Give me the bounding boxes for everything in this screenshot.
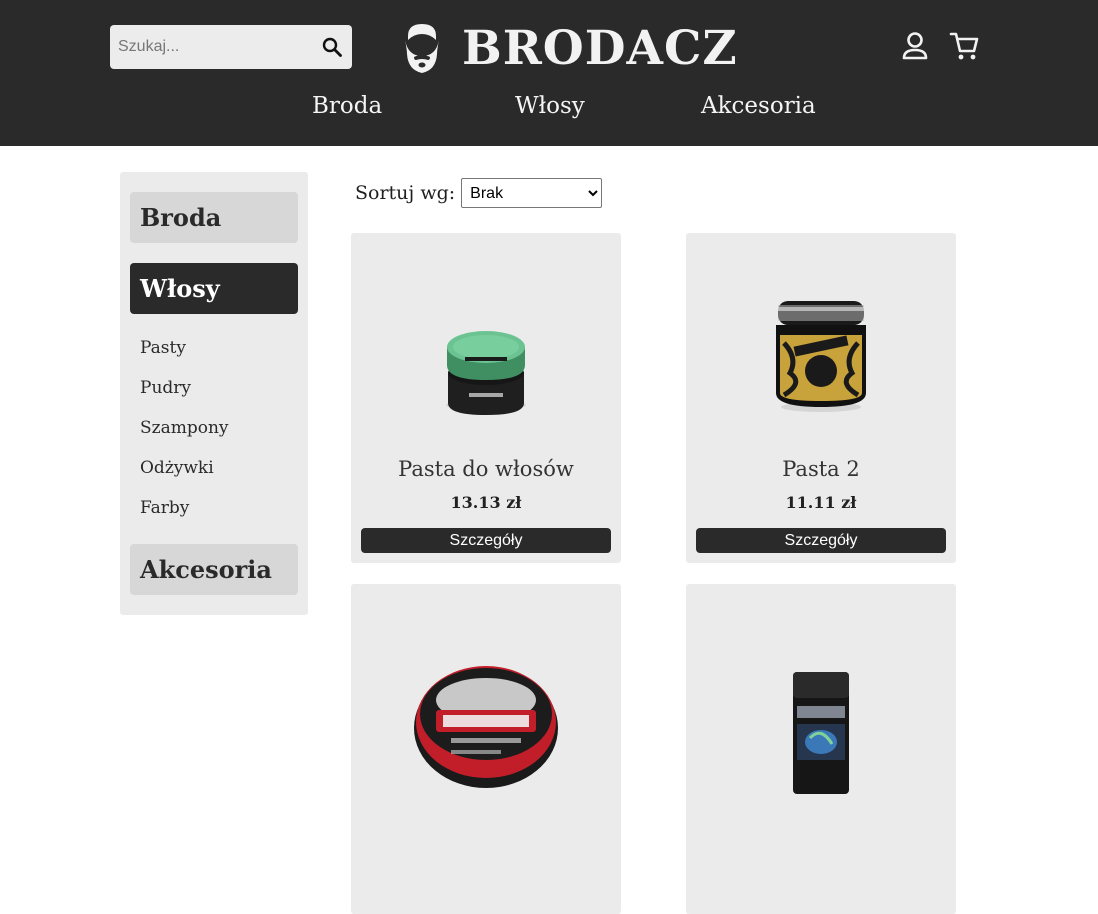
site-header: BRODACZ Broda Włosy Akcesoria	[0, 0, 1098, 146]
shopping-cart-icon[interactable]	[949, 30, 979, 62]
bearded-face-icon	[405, 24, 439, 73]
site-logo[interactable]: BRODACZ	[400, 20, 738, 76]
nav-wlosy[interactable]: Włosy	[515, 93, 585, 119]
sidebar-subitem-pasty[interactable]: Pasty	[140, 338, 186, 358]
details-button[interactable]: Szczegóły	[696, 528, 946, 553]
sidebar-category-akcesoria[interactable]: Akcesoria	[130, 544, 298, 595]
brand-name: BRODACZ	[462, 20, 738, 76]
product-card	[351, 584, 621, 914]
product-name[interactable]: Pasta 2	[686, 457, 956, 481]
product-image-butter[interactable]	[686, 263, 956, 443]
sort-label: Sortuj wg:	[355, 182, 456, 204]
product-price: 13.13 zł	[450, 493, 522, 512]
search-input[interactable]	[110, 25, 318, 69]
product-image-papillon[interactable]	[351, 263, 621, 443]
product-card	[686, 584, 956, 914]
sidebar-subitem-odzywki[interactable]: Odżywki	[140, 458, 214, 478]
product-price: 11.11 zł	[785, 493, 857, 512]
product-image-styling-powder[interactable]	[686, 614, 956, 794]
sidebar-category-wlosy[interactable]: Włosy	[130, 263, 298, 314]
search-icon[interactable]	[320, 35, 344, 59]
sidebar-subitem-szampony[interactable]: Szampony	[140, 418, 229, 438]
sidebar-subitem-pudry[interactable]: Pudry	[140, 378, 191, 398]
sidebar-category-broda[interactable]: Broda	[130, 192, 298, 243]
category-sidebar: Broda Włosy Pasty Pudry Szampony Odżywki…	[120, 172, 308, 615]
product-image-uppercut[interactable]	[351, 614, 621, 794]
product-card: Pasta 2 11.11 zł Szczegóły	[686, 233, 956, 563]
user-icon[interactable]	[900, 30, 930, 62]
sort-control: Sortuj wg: Brak	[355, 178, 603, 208]
sidebar-subitem-farby[interactable]: Farby	[140, 498, 189, 518]
nav-broda[interactable]: Broda	[312, 93, 382, 119]
product-name[interactable]: Pasta do włosów	[351, 457, 621, 481]
sort-select[interactable]: Brak	[461, 178, 603, 208]
details-button[interactable]: Szczegóły	[361, 528, 611, 553]
nav-akcesoria[interactable]: Akcesoria	[701, 93, 816, 119]
search-box	[110, 25, 352, 69]
product-card: Pasta do włosów 13.13 zł Szczegóły	[351, 233, 621, 563]
